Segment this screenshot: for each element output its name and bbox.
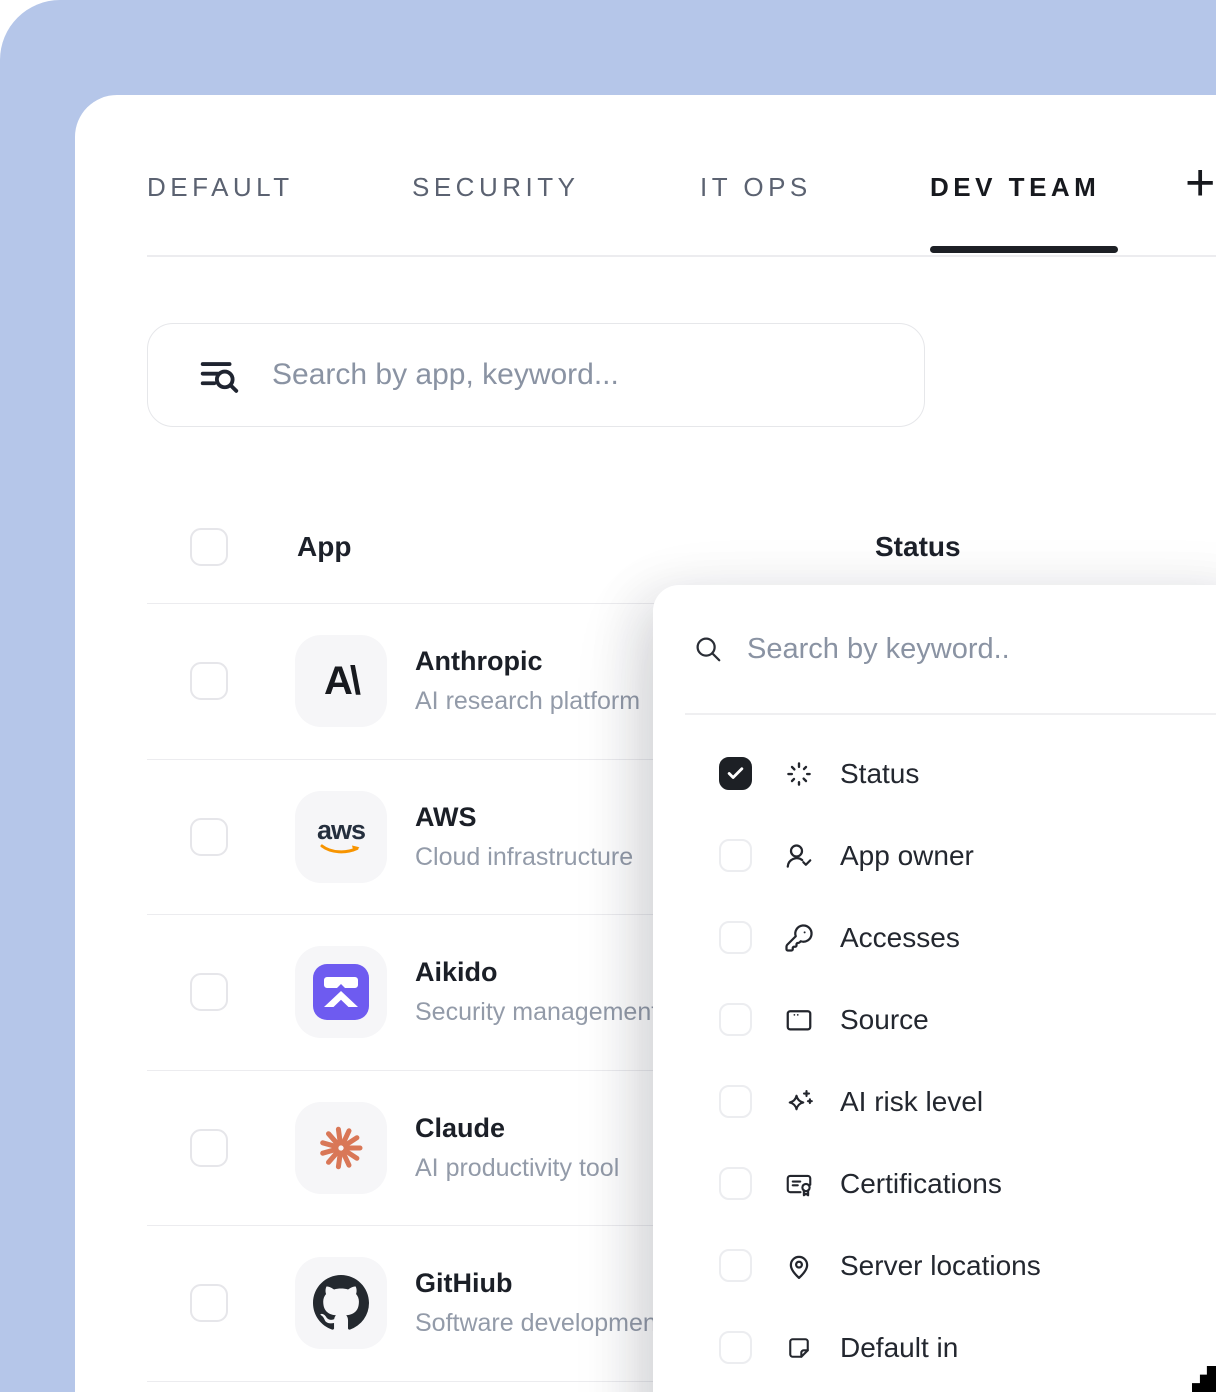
app-description: Software development: [415, 1309, 664, 1338]
select-all-checkbox[interactable]: [190, 528, 228, 566]
tabs-divider: [147, 255, 1216, 257]
filter-option-label: Status: [840, 758, 919, 790]
accesses-key-icon: [783, 922, 815, 954]
anthropic-logo: A\: [295, 635, 387, 727]
filter-options-list: Status App owner: [653, 733, 1216, 1389]
aws-logo-glyph: aws: [317, 817, 365, 844]
aws-smile-icon: [319, 844, 363, 857]
filter-option-certifications[interactable]: Certifications: [653, 1143, 1216, 1225]
filter-option-label: Source: [840, 1004, 929, 1036]
app-name: Claude: [415, 1113, 619, 1144]
column-header-status: Status: [875, 531, 961, 563]
filter-option-status[interactable]: Status: [653, 733, 1216, 815]
default-in-note-icon: [783, 1332, 815, 1364]
server-locations-checkbox[interactable]: [719, 1249, 752, 1282]
status-spinner-icon: [783, 758, 815, 790]
filter-option-app-owner[interactable]: App owner: [653, 815, 1216, 897]
filter-search-bar[interactable]: [653, 585, 1216, 713]
source-checkbox[interactable]: [719, 1003, 752, 1036]
row-checkbox[interactable]: [190, 1284, 228, 1322]
row-checkbox[interactable]: [190, 973, 228, 1011]
filter-option-default-in[interactable]: Default in: [653, 1307, 1216, 1389]
checkmark-icon: [726, 764, 745, 783]
app-description: AI productivity tool: [415, 1154, 619, 1183]
app-description: Security management: [415, 998, 658, 1027]
aikido-logo-icon: [312, 963, 370, 1021]
source-window-icon: [783, 1004, 815, 1036]
filter-search-input[interactable]: [747, 633, 1216, 666]
column-header-app: App: [297, 531, 351, 563]
certifications-checkbox[interactable]: [719, 1167, 752, 1200]
filter-option-accesses[interactable]: Accesses: [653, 897, 1216, 979]
server-locations-pin-icon: [783, 1250, 815, 1282]
filter-option-label: Server locations: [840, 1250, 1041, 1282]
certifications-certificate-icon: [783, 1168, 815, 1200]
app-description: Cloud infrastructure: [415, 843, 633, 872]
screen: DEFAULT SECURITY IT OPS DEV TEAM + App S…: [0, 0, 1216, 1392]
app-owner-checkbox[interactable]: [719, 839, 752, 872]
magnifier-icon: [693, 634, 723, 664]
app-name: AWS: [415, 802, 633, 833]
tab-default[interactable]: DEFAULT: [147, 172, 294, 203]
row-checkbox[interactable]: [190, 1129, 228, 1167]
app-description: AI research platform: [415, 687, 640, 716]
aws-logo: aws: [295, 791, 387, 883]
tab-security[interactable]: SECURITY: [412, 172, 579, 203]
row-checkbox[interactable]: [190, 662, 228, 700]
add-tab-button[interactable]: +: [1185, 153, 1215, 213]
app-name: Anthropic: [415, 646, 640, 677]
github-logo: [295, 1257, 387, 1349]
app-owner-user-check-icon: [783, 840, 815, 872]
filter-option-label: Accesses: [840, 922, 960, 954]
filter-option-label: Certifications: [840, 1168, 1002, 1200]
filter-option-source[interactable]: Source: [653, 979, 1216, 1061]
filter-option-label: App owner: [840, 840, 974, 872]
claude-starburst-icon: [315, 1122, 367, 1174]
tab-it-ops[interactable]: IT OPS: [700, 172, 812, 203]
filter-option-ai-risk-level[interactable]: AI risk level: [653, 1061, 1216, 1143]
app-search-input[interactable]: [272, 358, 924, 392]
filter-option-label: Default in: [840, 1332, 958, 1364]
panel-divider: [685, 713, 1216, 715]
active-tab-underline: [930, 246, 1118, 253]
ai-risk-sparkle-icon: [783, 1086, 815, 1118]
github-octocat-icon: [313, 1275, 369, 1331]
filter-option-label: AI risk level: [840, 1086, 983, 1118]
filter-option-server-locations[interactable]: Server locations: [653, 1225, 1216, 1307]
app-search-bar[interactable]: [147, 323, 925, 427]
status-checkbox[interactable]: [719, 757, 752, 790]
app-name: GitHiub: [415, 1268, 664, 1299]
aikido-logo: [295, 946, 387, 1038]
filter-search-icon: [196, 352, 242, 398]
tab-dev-team[interactable]: DEV TEAM: [930, 172, 1100, 203]
ai-risk-level-checkbox[interactable]: [719, 1085, 752, 1118]
filter-dropdown-panel: Status App owner: [653, 585, 1216, 1392]
anthropic-logo-glyph: A\: [324, 659, 358, 704]
accesses-checkbox[interactable]: [719, 921, 752, 954]
claude-logo: [295, 1102, 387, 1194]
app-name: Aikido: [415, 957, 658, 988]
default-in-checkbox[interactable]: [719, 1331, 752, 1364]
row-checkbox[interactable]: [190, 818, 228, 856]
